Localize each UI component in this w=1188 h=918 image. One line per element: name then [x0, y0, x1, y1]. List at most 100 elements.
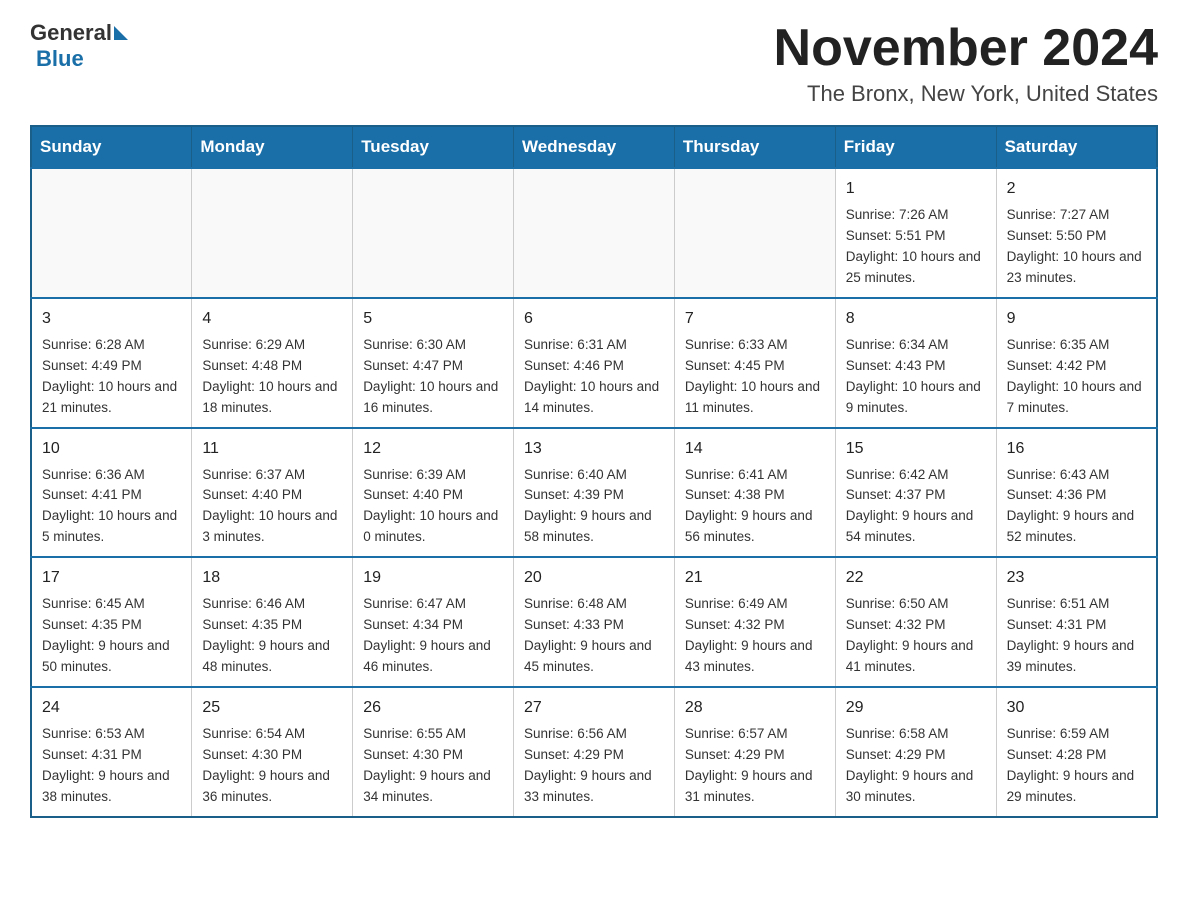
day-info: Sunrise: 6:47 AM Sunset: 4:34 PM Dayligh…	[363, 594, 503, 678]
day-info: Sunrise: 7:27 AM Sunset: 5:50 PM Dayligh…	[1007, 205, 1146, 289]
day-info: Sunrise: 6:56 AM Sunset: 4:29 PM Dayligh…	[524, 724, 664, 808]
calendar-cell: 9 Sunrise: 6:35 AM Sunset: 4:42 PM Daylig…	[996, 298, 1157, 428]
day-info: Sunrise: 6:37 AM Sunset: 4:40 PM Dayligh…	[202, 465, 342, 549]
day-number: 5	[363, 307, 503, 331]
day-number: 3	[42, 307, 181, 331]
day-info: Sunrise: 6:40 AM Sunset: 4:39 PM Dayligh…	[524, 465, 664, 549]
day-number: 14	[685, 437, 825, 461]
calendar-cell: 5 Sunrise: 6:30 AM Sunset: 4:47 PM Daylig…	[353, 298, 514, 428]
location-subtitle: The Bronx, New York, United States	[774, 81, 1158, 107]
day-number: 29	[846, 696, 986, 720]
calendar-cell: 26 Sunrise: 6:55 AM Sunset: 4:30 PM Dayli…	[353, 687, 514, 817]
day-info: Sunrise: 6:50 AM Sunset: 4:32 PM Dayligh…	[846, 594, 986, 678]
calendar-day-header: Wednesday	[514, 126, 675, 168]
calendar-cell: 1Sunrise: 7:26 AM Sunset: 5:51 PM Daylig…	[835, 168, 996, 298]
calendar-cell: 22 Sunrise: 6:50 AM Sunset: 4:32 PM Dayli…	[835, 557, 996, 687]
day-number: 22	[846, 566, 986, 590]
calendar-week-row: 3 Sunrise: 6:28 AM Sunset: 4:49 PM Daylig…	[31, 298, 1157, 428]
day-info: Sunrise: 6:58 AM Sunset: 4:29 PM Dayligh…	[846, 724, 986, 808]
day-number: 12	[363, 437, 503, 461]
day-number: 19	[363, 566, 503, 590]
day-number: 15	[846, 437, 986, 461]
calendar-cell: 8 Sunrise: 6:34 AM Sunset: 4:43 PM Daylig…	[835, 298, 996, 428]
logo-blue-text: Blue	[36, 46, 84, 71]
day-number: 13	[524, 437, 664, 461]
calendar-day-header: Saturday	[996, 126, 1157, 168]
day-number: 16	[1007, 437, 1146, 461]
day-info: Sunrise: 6:43 AM Sunset: 4:36 PM Dayligh…	[1007, 465, 1146, 549]
calendar-cell: 27 Sunrise: 6:56 AM Sunset: 4:29 PM Dayli…	[514, 687, 675, 817]
calendar-table: SundayMondayTuesdayWednesdayThursdayFrid…	[30, 125, 1158, 817]
calendar-day-header: Tuesday	[353, 126, 514, 168]
calendar-cell: 25 Sunrise: 6:54 AM Sunset: 4:30 PM Dayli…	[192, 687, 353, 817]
day-number: 9	[1007, 307, 1146, 331]
day-number: 1	[846, 177, 986, 201]
day-info: Sunrise: 6:33 AM Sunset: 4:45 PM Dayligh…	[685, 335, 825, 419]
calendar-cell: 2 Sunrise: 7:27 AM Sunset: 5:50 PM Daylig…	[996, 168, 1157, 298]
calendar-cell: 3 Sunrise: 6:28 AM Sunset: 4:49 PM Daylig…	[31, 298, 192, 428]
day-info: Sunrise: 6:45 AM Sunset: 4:35 PM Dayligh…	[42, 594, 181, 678]
day-info: Sunrise: 6:31 AM Sunset: 4:46 PM Dayligh…	[524, 335, 664, 419]
day-info: Sunrise: 6:55 AM Sunset: 4:30 PM Dayligh…	[363, 724, 503, 808]
calendar-week-row: 1Sunrise: 7:26 AM Sunset: 5:51 PM Daylig…	[31, 168, 1157, 298]
calendar-cell: 6 Sunrise: 6:31 AM Sunset: 4:46 PM Daylig…	[514, 298, 675, 428]
calendar-week-row: 24 Sunrise: 6:53 AM Sunset: 4:31 PM Dayli…	[31, 687, 1157, 817]
day-info: Sunrise: 6:41 AM Sunset: 4:38 PM Dayligh…	[685, 465, 825, 549]
day-number: 24	[42, 696, 181, 720]
calendar-day-header: Thursday	[674, 126, 835, 168]
calendar-cell: 18 Sunrise: 6:46 AM Sunset: 4:35 PM Dayli…	[192, 557, 353, 687]
calendar-cell: 17 Sunrise: 6:45 AM Sunset: 4:35 PM Dayli…	[31, 557, 192, 687]
calendar-cell	[514, 168, 675, 298]
calendar-week-row: 17 Sunrise: 6:45 AM Sunset: 4:35 PM Dayli…	[31, 557, 1157, 687]
day-number: 28	[685, 696, 825, 720]
day-info: Sunrise: 6:57 AM Sunset: 4:29 PM Dayligh…	[685, 724, 825, 808]
calendar-day-header: Sunday	[31, 126, 192, 168]
day-info: Sunrise: 6:36 AM Sunset: 4:41 PM Dayligh…	[42, 465, 181, 549]
day-number: 2	[1007, 177, 1146, 201]
month-title: November 2024	[774, 20, 1158, 77]
calendar-cell: 14 Sunrise: 6:41 AM Sunset: 4:38 PM Dayli…	[674, 428, 835, 558]
day-number: 27	[524, 696, 664, 720]
day-info: Sunrise: 6:42 AM Sunset: 4:37 PM Dayligh…	[846, 465, 986, 549]
day-info: Sunrise: 6:54 AM Sunset: 4:30 PM Dayligh…	[202, 724, 342, 808]
day-info: Sunrise: 6:46 AM Sunset: 4:35 PM Dayligh…	[202, 594, 342, 678]
day-number: 25	[202, 696, 342, 720]
day-info: Sunrise: 6:28 AM Sunset: 4:49 PM Dayligh…	[42, 335, 181, 419]
day-number: 10	[42, 437, 181, 461]
day-number: 4	[202, 307, 342, 331]
calendar-week-row: 10 Sunrise: 6:36 AM Sunset: 4:41 PM Dayli…	[31, 428, 1157, 558]
day-number: 17	[42, 566, 181, 590]
calendar-cell	[31, 168, 192, 298]
logo: General Blue	[30, 20, 130, 72]
day-number: 6	[524, 307, 664, 331]
day-info: Sunrise: 6:48 AM Sunset: 4:33 PM Dayligh…	[524, 594, 664, 678]
calendar-cell: 13 Sunrise: 6:40 AM Sunset: 4:39 PM Dayli…	[514, 428, 675, 558]
calendar-cell: 29 Sunrise: 6:58 AM Sunset: 4:29 PM Dayli…	[835, 687, 996, 817]
calendar-cell: 10 Sunrise: 6:36 AM Sunset: 4:41 PM Dayli…	[31, 428, 192, 558]
calendar-cell: 12Sunrise: 6:39 AM Sunset: 4:40 PM Dayli…	[353, 428, 514, 558]
day-number: 8	[846, 307, 986, 331]
calendar-cell: 30 Sunrise: 6:59 AM Sunset: 4:28 PM Dayli…	[996, 687, 1157, 817]
calendar-cell	[192, 168, 353, 298]
day-info: Sunrise: 6:53 AM Sunset: 4:31 PM Dayligh…	[42, 724, 181, 808]
calendar-cell: 15 Sunrise: 6:42 AM Sunset: 4:37 PM Dayli…	[835, 428, 996, 558]
calendar-header-row: SundayMondayTuesdayWednesdayThursdayFrid…	[31, 126, 1157, 168]
day-number: 21	[685, 566, 825, 590]
day-number: 26	[363, 696, 503, 720]
day-info: Sunrise: 6:59 AM Sunset: 4:28 PM Dayligh…	[1007, 724, 1146, 808]
day-info: Sunrise: 6:30 AM Sunset: 4:47 PM Dayligh…	[363, 335, 503, 419]
logo-general-text: General	[30, 20, 112, 46]
day-info: Sunrise: 6:49 AM Sunset: 4:32 PM Dayligh…	[685, 594, 825, 678]
page-header: General Blue November 2024 The Bronx, Ne…	[30, 20, 1158, 107]
calendar-cell: 16 Sunrise: 6:43 AM Sunset: 4:36 PM Dayli…	[996, 428, 1157, 558]
day-info: Sunrise: 6:29 AM Sunset: 4:48 PM Dayligh…	[202, 335, 342, 419]
day-info: Sunrise: 6:34 AM Sunset: 4:43 PM Dayligh…	[846, 335, 986, 419]
day-number: 30	[1007, 696, 1146, 720]
calendar-cell: 4 Sunrise: 6:29 AM Sunset: 4:48 PM Daylig…	[192, 298, 353, 428]
day-number: 11	[202, 437, 342, 461]
day-number: 23	[1007, 566, 1146, 590]
calendar-cell	[353, 168, 514, 298]
title-section: November 2024 The Bronx, New York, Unite…	[774, 20, 1158, 107]
day-number: 18	[202, 566, 342, 590]
day-info: Sunrise: 6:35 AM Sunset: 4:42 PM Dayligh…	[1007, 335, 1146, 419]
